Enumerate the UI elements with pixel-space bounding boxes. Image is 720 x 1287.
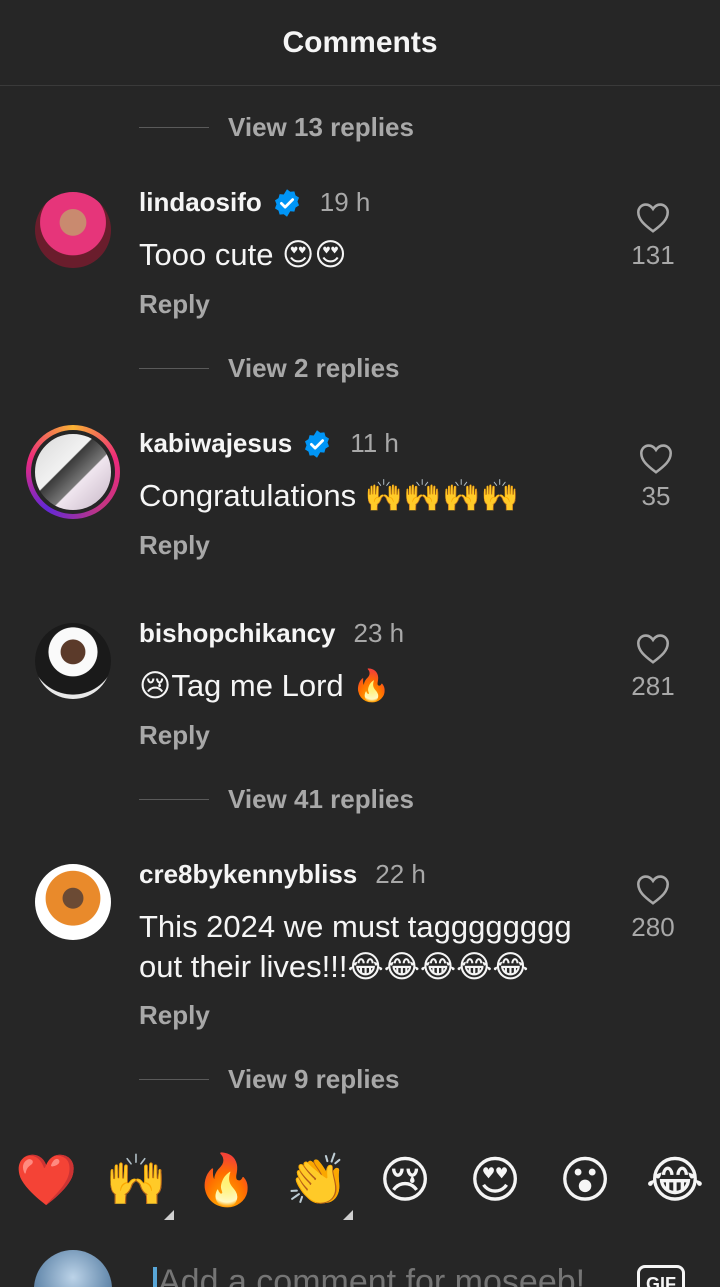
gif-button[interactable]: GIF	[637, 1265, 685, 1287]
divider-line	[139, 798, 209, 800]
avatar[interactable]	[35, 623, 111, 699]
view-replies-button[interactable]: View 9 replies	[139, 1059, 400, 1099]
like-count: 35	[641, 481, 671, 511]
divider-line	[139, 367, 209, 369]
quick-emoji-bar: ❤️ 🙌 🔥 👏 😢 😍 😮 😂	[0, 1150, 720, 1220]
comment-text: Tooo cute 😍😍	[139, 237, 347, 272]
emoji-laughing-button[interactable]: 😂	[645, 1150, 705, 1210]
comment-timestamp: 19 h	[319, 187, 371, 217]
emoji-surprised-button[interactable]: 😮	[555, 1150, 615, 1210]
comment-username[interactable]: kabiwajesus	[139, 428, 292, 459]
emoji-clap-button[interactable]: 👏	[286, 1150, 348, 1210]
view-replies-label: View 2 replies	[228, 352, 400, 383]
comment-username[interactable]: bishopchikancy	[139, 618, 336, 649]
emoji-fire-button[interactable]: 🔥	[195, 1150, 257, 1210]
comment-username[interactable]: cre8bykennybliss	[139, 859, 357, 890]
emoji-raised-hands-button[interactable]: 🙌	[105, 1150, 167, 1210]
comment-timestamp: 23 h	[353, 618, 405, 648]
like-button[interactable]: 280	[623, 872, 683, 943]
divider-line	[139, 126, 209, 128]
reply-button[interactable]: Reply	[139, 530, 210, 561]
like-count: 281	[631, 671, 675, 701]
avatar[interactable]	[26, 425, 120, 519]
view-replies-label: View 9 replies	[228, 1063, 400, 1094]
current-user-avatar	[34, 1250, 112, 1287]
heart-outline-icon	[637, 634, 669, 664]
comments-header: Comments	[0, 0, 720, 86]
comment-text: This 2024 we must tagggggggg out their l…	[139, 909, 572, 984]
view-replies-button[interactable]: View 2 replies	[139, 348, 400, 388]
reply-button[interactable]: Reply	[139, 720, 210, 751]
heart-outline-icon	[640, 444, 672, 474]
emoji-crying-button[interactable]: 😢	[375, 1150, 435, 1210]
emoji-heart-eyes-button[interactable]: 😍	[465, 1150, 525, 1210]
reply-button[interactable]: Reply	[139, 1000, 210, 1031]
comment-text: Congratulations 🙌🙌🙌🙌	[139, 478, 520, 513]
comment-timestamp: 11 h	[350, 428, 399, 458]
view-replies-button[interactable]: View 41 replies	[139, 779, 414, 819]
skin-tone-indicator-icon	[164, 1210, 174, 1220]
verified-badge-icon	[305, 429, 330, 458]
like-button[interactable]: 281	[623, 631, 683, 702]
comment-composer: GIF	[0, 1245, 720, 1287]
avatar-image	[31, 430, 115, 514]
like-count: 131	[631, 240, 675, 270]
comment-input[interactable]	[158, 1263, 618, 1287]
view-replies-label: View 41 replies	[228, 783, 414, 814]
avatar[interactable]	[35, 192, 111, 268]
like-count: 280	[631, 912, 675, 942]
divider-line	[139, 1078, 209, 1080]
emoji-heart-button[interactable]: ❤️	[15, 1150, 77, 1210]
heart-outline-icon	[637, 203, 669, 233]
comment-username[interactable]: lindaosifo	[139, 187, 262, 218]
like-button[interactable]: 131	[623, 200, 683, 271]
skin-tone-indicator-icon	[343, 1210, 353, 1220]
view-replies-button[interactable]: View 13 replies	[139, 107, 414, 147]
page-title: Comments	[282, 25, 438, 59]
reply-button[interactable]: Reply	[139, 289, 210, 320]
heart-outline-icon	[637, 875, 669, 905]
like-button[interactable]: 35	[626, 441, 686, 512]
verified-badge-icon	[274, 188, 299, 217]
comment-timestamp: 22 h	[375, 859, 426, 889]
text-cursor	[153, 1267, 157, 1287]
avatar[interactable]	[35, 864, 111, 940]
comment-text: 😢Tag me Lord 🔥	[139, 668, 391, 703]
view-replies-label: View 13 replies	[228, 111, 414, 142]
